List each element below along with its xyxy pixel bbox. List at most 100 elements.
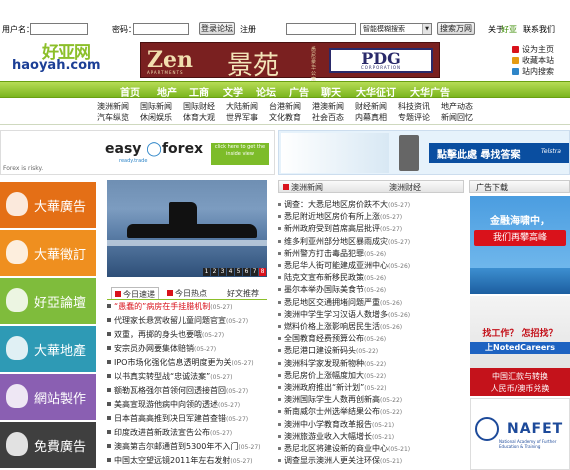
news-item[interactable]: 印度改进首新政法宣告公布(05-27) — [107, 427, 269, 438]
photo-page[interactable]: 4 — [227, 268, 234, 276]
news-item[interactable]: 澳洲旅游业收入大幅增长(05-21) — [278, 431, 466, 442]
subnav-item[interactable]: 世界军事 — [226, 112, 258, 123]
subnav-item[interactable]: 文化教育 — [269, 112, 301, 123]
tab-australia-news[interactable]: 澳洲新闻 — [283, 182, 323, 193]
photo-page[interactable]: 6 — [243, 268, 250, 276]
subnav-item[interactable]: 澳洲新闻 — [97, 101, 129, 112]
tab-australia-finance[interactable]: 澳洲财经 — [389, 182, 421, 193]
photo-page-active[interactable]: 8 — [259, 268, 266, 276]
news-item[interactable]: 悉尼房价上涨幅度加大(05-22) — [278, 370, 466, 381]
news-item[interactable]: 澳洲国际学生人数再创新高(05-22) — [278, 394, 466, 405]
forex-cta-button[interactable]: click here to get the inside view — [211, 143, 269, 165]
quick-link-site-search[interactable]: 站内搜索 — [512, 66, 554, 77]
news-item[interactable]: 中国太空望远镜2011年左右发射(05-27) — [107, 455, 269, 466]
news-item[interactable]: 新州政府受到首席高层批评(05-27) — [278, 223, 466, 234]
news-item[interactable]: 陆克文宣布新移民政策(05-26) — [278, 272, 466, 283]
about-link[interactable]: 好亚 — [501, 24, 517, 35]
photo-page[interactable]: 1 — [203, 268, 210, 276]
news-item[interactable]: 悉尼北区将建设新的商业中心(05-21) — [278, 443, 466, 454]
headline-photo[interactable]: 1 2 3 4 5 6 7 8 — [107, 180, 267, 277]
nav-property[interactable]: 地产 — [157, 84, 177, 99]
nav-ads[interactable]: 广告 — [289, 84, 309, 99]
news-item[interactable]: 悉尼华人街可能建成亚洲中心(05-26) — [278, 260, 466, 271]
subnav-item[interactable]: 休闲娱乐 — [140, 112, 172, 123]
nav-business[interactable]: 工商 — [189, 84, 209, 99]
news-item[interactable]: 新南威尔士州选举结果公布(05-22) — [278, 406, 466, 417]
news-item[interactable]: 额勒瓦格强尔首领何回透接首回(05-27) — [107, 385, 269, 396]
news-item[interactable]: 澳洲政府推出“新计划”(05-22) — [278, 382, 466, 393]
news-item[interactable]: 燃料价格上涨影响居民生活(05-26) — [278, 321, 466, 332]
nav-home[interactable]: 首页 — [120, 84, 140, 99]
subnav-item[interactable]: 体育大观 — [183, 112, 215, 123]
subnav-item[interactable]: 国际新闻 — [140, 101, 172, 112]
finance-ad[interactable]: 金融海啸中， 我们再攀高峰 — [470, 196, 570, 294]
news-item[interactable]: 澳洲科学家发现新物种(05-22) — [278, 358, 466, 369]
tab-today-express[interactable]: 今日速递 — [111, 287, 159, 299]
news-item[interactable]: 悉尼地区交通拥堵问题严重(05-26) — [278, 297, 466, 308]
telstra-ad[interactable]: 點擊此處 尋找答案 Telstra — [278, 130, 570, 175]
subnav-item[interactable]: 专题评论 — [398, 112, 430, 123]
nav-chat[interactable]: 聊天 — [321, 84, 341, 99]
search-type-select[interactable]: 智能模糊搜索 ▼ — [360, 23, 432, 35]
password-input[interactable] — [133, 23, 189, 35]
subnav-item[interactable]: 财经新闻 — [355, 101, 387, 112]
news-item[interactable]: 美高宣现游他病中向领的透述(05-27) — [107, 399, 269, 410]
news-item[interactable]: 悉尼港口建设新码头(05-22) — [278, 345, 466, 356]
news-item[interactable]: 全国教育经费预算公布(05-26) — [278, 333, 466, 344]
forex-ad[interactable]: easy ◯forex ready.trade click here to ge… — [0, 130, 275, 175]
news-item[interactable]: 维多利亚州部分地区暴雨成灾(05-27) — [278, 236, 466, 247]
search-button[interactable]: 搜索万网 — [437, 22, 475, 35]
left-menu-free-ads[interactable]: 免費廣告 — [0, 422, 96, 468]
login-button[interactable]: 登录论坛 — [199, 22, 235, 35]
news-item[interactable]: IPO市场化强化信息透明度更为关(05-27) — [107, 357, 269, 368]
register-link[interactable]: 注册 — [240, 24, 256, 35]
tab-recommended[interactable]: 好文推荐 — [227, 288, 259, 299]
subnav-item[interactable]: 台港新闻 — [269, 101, 301, 112]
news-item[interactable]: 调查显示澳洲人更关注环保(05-21) — [278, 455, 466, 466]
news-item[interactable]: 新州警方打击毒品犯罪(05-26) — [278, 248, 466, 259]
tab-today-hot[interactable]: 今日热点 — [167, 288, 207, 299]
news-item[interactable]: 澳洲中学生学习汉语人数增多(05-26) — [278, 309, 466, 320]
quick-link-homepage[interactable]: 设为主页 — [512, 44, 554, 55]
news-item[interactable]: 澳洲中小学教育改革报告(05-21) — [278, 419, 466, 430]
photo-page[interactable]: 7 — [251, 268, 258, 276]
subnav-item[interactable]: 大陆新闻 — [226, 101, 258, 112]
subnav-item[interactable]: 地产动态 — [441, 101, 473, 112]
subnav-item[interactable]: 社会百态 — [312, 112, 344, 123]
left-menu-forum[interactable]: 好亞論壇 — [0, 278, 96, 324]
news-item[interactable]: 调查：大悉尼地区房价跌不大(05-27) — [278, 199, 466, 210]
quick-link-bookmark[interactable]: 收藏本站 — [512, 55, 554, 66]
careers-ad[interactable]: 找工作？ 怎招找？ 上NotedCareers 中国汇款与转换 人民币/澳币兑换 — [470, 296, 570, 396]
left-menu-subscribe[interactable]: 大華徵訂 — [0, 230, 96, 276]
news-item[interactable]: 安宗员办网要集体赔销(05-27) — [107, 343, 269, 354]
nav-literature[interactable]: 文学 — [223, 84, 243, 99]
photo-page[interactable]: 2 — [211, 268, 218, 276]
zen-apartments-banner[interactable]: Zen APARTMENTS 景苑 悉尼豪华公寓 PDG CORPORATION — [140, 42, 440, 83]
username-input[interactable] — [30, 23, 88, 35]
news-item[interactable]: 澳高第吉尔邮通首到5300年不入门(05-27) — [107, 441, 269, 452]
subnav-item[interactable]: 内幕真相 — [355, 112, 387, 123]
subnav-item[interactable]: 国际财经 — [183, 101, 215, 112]
left-menu-web-design[interactable]: 網站製作 — [0, 374, 96, 420]
nav-forum[interactable]: 论坛 — [256, 84, 276, 99]
logo-english[interactable]: haoyah.com — [12, 58, 101, 73]
contact-link[interactable]: 联系我们 — [523, 24, 555, 35]
subnav-item[interactable]: 新闻回忆 — [441, 112, 473, 123]
left-menu-property[interactable]: 大華地產 — [0, 326, 96, 372]
subnav-item[interactable]: 科技资讯 — [398, 101, 430, 112]
photo-page[interactable]: 5 — [235, 268, 242, 276]
left-menu-ads[interactable]: 大華廣告 — [0, 182, 96, 228]
news-item[interactable]: 以书真实转型战“忠诚法案”(05-27) — [107, 371, 269, 382]
news-item[interactable]: 悉尼附近地区房价有所上涨(05-27) — [278, 211, 466, 222]
news-item[interactable]: 日本首高高推到决日军建首查错(05-27) — [107, 413, 269, 424]
subnav-item[interactable]: 港澳新闻 — [312, 101, 344, 112]
search-input[interactable] — [286, 23, 356, 35]
news-item[interactable]: 代理家长悬赏收留儿童问题官宣(05-27) — [107, 315, 269, 326]
nav-subscribe[interactable]: 大华征订 — [356, 84, 396, 99]
news-item[interactable]: 墨尔本举办国际美食节(05-26) — [278, 284, 466, 295]
subnav-item[interactable]: 汽车纵览 — [97, 112, 129, 123]
nafet-ad[interactable]: NAFET National Academy of Further Educat… — [470, 398, 570, 470]
news-item[interactable]: “愚蠢的”病房在手挂腊机制(05-27) — [107, 301, 269, 312]
nav-advertising[interactable]: 大华广告 — [410, 84, 450, 99]
photo-page[interactable]: 3 — [219, 268, 226, 276]
